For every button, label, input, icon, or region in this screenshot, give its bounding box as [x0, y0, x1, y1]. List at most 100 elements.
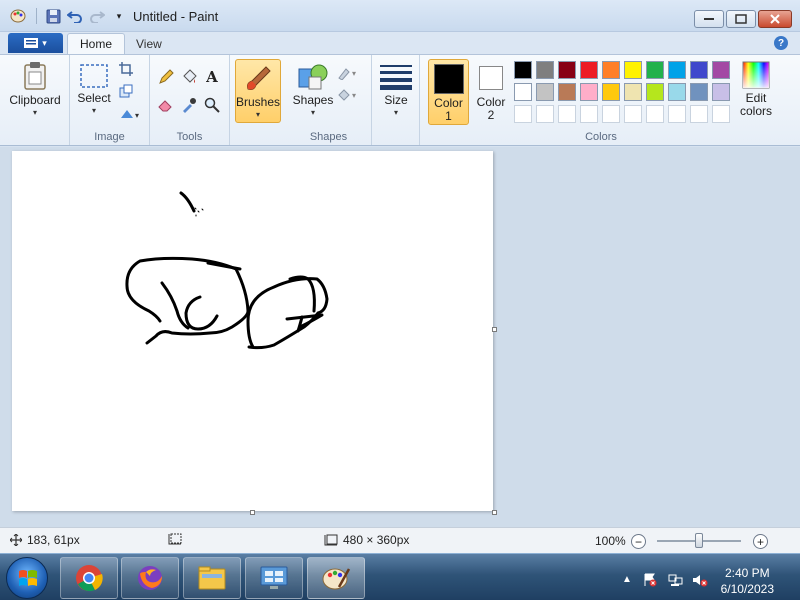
palette-swatch[interactable] [712, 83, 730, 101]
show-hidden-icons[interactable]: ▲ [622, 574, 636, 588]
palette-swatch[interactable] [624, 61, 642, 79]
edit-colors-button[interactable]: Edit colors [736, 61, 776, 118]
palette-swatch[interactable] [602, 83, 620, 101]
color1-label-line1: Color [434, 96, 463, 110]
shapes-button[interactable]: Shapes ▾ [290, 61, 336, 117]
maximize-button[interactable] [726, 10, 756, 28]
zoom-slider-thumb[interactable] [695, 533, 703, 548]
title-bar: ▾ Untitled - Paint [0, 0, 800, 32]
volume-muted-icon[interactable] [692, 573, 708, 587]
rotate-icon[interactable]: ▾ [116, 103, 144, 123]
palette-custom-slot[interactable] [602, 105, 620, 123]
colors-group-label: Colors [585, 131, 617, 143]
palette-swatch[interactable] [558, 61, 576, 79]
file-explorer-icon [198, 566, 226, 590]
palette-swatch[interactable] [668, 83, 686, 101]
resize-handle-bottom[interactable] [250, 510, 255, 515]
status-bar: 183, 61px 480 × 360px 100% − + [0, 527, 800, 553]
edit-colors-label: Edit colors [740, 92, 772, 118]
drawing-canvas[interactable] [12, 151, 493, 511]
color-picker-icon[interactable] [179, 95, 199, 115]
action-center-icon[interactable] [643, 573, 657, 587]
drawing-strokes [125, 191, 329, 350]
palette-custom-slot[interactable] [624, 105, 642, 123]
select-button[interactable]: Select ▾ [74, 63, 114, 115]
palette-swatch[interactable] [514, 61, 532, 79]
tab-view[interactable]: View [124, 33, 174, 54]
save-icon[interactable] [43, 6, 63, 26]
clipboard-button[interactable]: Clipboard ▾ [9, 61, 61, 117]
taskbar-control-panel[interactable] [245, 557, 303, 599]
palette-swatch[interactable] [536, 61, 554, 79]
palette-swatch[interactable] [580, 83, 598, 101]
palette-custom-slot[interactable] [514, 105, 532, 123]
taskbar-paint[interactable] [307, 557, 365, 599]
palette-swatch[interactable] [514, 83, 532, 101]
brushes-button[interactable]: Brushes ▾ [235, 59, 281, 123]
paint-menu-button[interactable]: ▾ [8, 33, 63, 53]
customize-qat-icon[interactable]: ▾ [109, 6, 129, 26]
start-button[interactable] [6, 557, 48, 599]
palette-custom-slot[interactable] [668, 105, 686, 123]
paint-app-icon[interactable] [8, 6, 28, 26]
magnifier-icon[interactable] [202, 95, 222, 115]
ribbon: Clipboard ▾ Select ▾ ▾ Image A Tools Bru… [0, 54, 800, 146]
palette-swatch[interactable] [602, 61, 620, 79]
edit-colors-line1: Edit [745, 91, 767, 105]
svg-text:▾: ▾ [135, 111, 139, 120]
palette-swatch[interactable] [668, 61, 686, 79]
text-icon[interactable]: A [202, 67, 222, 87]
palette-swatch[interactable] [690, 61, 708, 79]
palette-swatch[interactable] [558, 83, 576, 101]
image-group: Select ▾ ▾ Image [70, 55, 150, 145]
canvas-workspace [0, 147, 800, 527]
minimize-button[interactable] [694, 10, 724, 28]
undo-icon[interactable] [65, 6, 85, 26]
brushes-group: Brushes ▾ [230, 55, 286, 145]
fill-shape-icon[interactable]: ▾ [336, 85, 362, 105]
outline-icon[interactable]: ▾ [336, 63, 362, 83]
color2-label-line2: 2 [487, 108, 495, 122]
eraser-icon[interactable] [156, 95, 176, 115]
size-label: Size [384, 93, 408, 107]
colors-group: Color 1 Color 2 Edit colors Colors [420, 55, 782, 145]
resize-icon[interactable] [116, 81, 136, 101]
palette-custom-slot[interactable] [536, 105, 554, 123]
taskbar-file-explorer[interactable] [183, 557, 241, 599]
resize-handle-corner[interactable] [492, 510, 497, 515]
size-button[interactable]: Size ▾ [378, 63, 414, 117]
zoom-out-button[interactable]: − [631, 534, 646, 549]
resize-handle-right[interactable] [492, 327, 497, 332]
palette-custom-slot[interactable] [580, 105, 598, 123]
pencil-icon[interactable] [156, 67, 176, 87]
palette-swatch[interactable] [646, 83, 664, 101]
palette-custom-slot[interactable] [646, 105, 664, 123]
palette-swatch[interactable] [646, 61, 664, 79]
palette-swatch[interactable] [624, 83, 642, 101]
palette-custom-slot[interactable] [690, 105, 708, 123]
color2-button[interactable]: Color 2 [472, 59, 510, 125]
fill-icon[interactable] [179, 67, 199, 87]
clock[interactable]: 2:40 PM 6/10/2023 [721, 565, 774, 597]
chrome-icon [76, 565, 103, 592]
close-button[interactable] [758, 10, 792, 28]
shapes-group: Shapes ▾ ▾ ▾ Shapes [286, 55, 372, 145]
redo-icon[interactable] [87, 6, 107, 26]
palette-swatch[interactable] [536, 83, 554, 101]
tools-group-label: Tools [176, 131, 203, 143]
palette-swatch[interactable] [712, 61, 730, 79]
palette-swatch[interactable] [690, 83, 708, 101]
crop-icon[interactable] [116, 59, 136, 79]
selection-size [168, 533, 182, 545]
chevron-down-icon: ▾ [393, 108, 398, 117]
zoom-in-button[interactable]: + [753, 534, 768, 549]
help-icon[interactable]: ? [774, 36, 788, 50]
taskbar-chrome[interactable] [60, 557, 118, 599]
network-icon[interactable] [668, 573, 683, 587]
palette-swatch[interactable] [580, 61, 598, 79]
palette-custom-slot[interactable] [712, 105, 730, 123]
tab-home[interactable]: Home [67, 33, 126, 54]
palette-custom-slot[interactable] [558, 105, 576, 123]
color1-button[interactable]: Color 1 [428, 59, 469, 125]
taskbar-firefox[interactable] [121, 557, 179, 599]
